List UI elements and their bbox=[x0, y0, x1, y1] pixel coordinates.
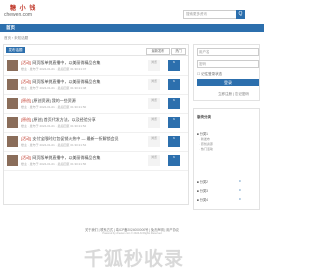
site-logo[interactable]: 糖 小 钱 bbox=[10, 3, 36, 12]
replies-count: 6 bbox=[168, 117, 180, 128]
remember-checkbox[interactable]: ☐ 记住登录状态 bbox=[197, 72, 222, 77]
category-item[interactable]: ■ 分类3 bbox=[197, 188, 208, 193]
watermark-text: 千狐秒收录 bbox=[84, 249, 185, 270]
topic-row[interactable]: [原创] [原创] 首页代发方法，以及经验分享 楼主 · 发布于 2024-01… bbox=[4, 114, 188, 133]
topic-title[interactable]: [活动] 网页版单挑直播中，以美丽俏精品合集 bbox=[21, 155, 100, 161]
login-panel: 用户名 密码 ☐ 记住登录状态 登录 立即注册 | 忘记密码 bbox=[193, 44, 260, 101]
topic-title[interactable]: [活动] 网页版单挑直播中，以美丽俏精品合集 bbox=[21, 79, 100, 85]
avatar bbox=[7, 60, 18, 71]
replies-count: 6 bbox=[168, 79, 180, 90]
topic-toolbar: 发布话题 最新发布 热门 bbox=[4, 45, 188, 56]
views-count: 浏览 bbox=[148, 98, 160, 109]
site-header: 糖 小 钱 chewen.com 搜索更多资讯 Q bbox=[0, 0, 264, 24]
category-item[interactable]: ■ 分类1 bbox=[197, 131, 208, 136]
username-field[interactable]: 用户名 bbox=[197, 48, 259, 56]
footer-copyright: Powered by chewen.com © 2024 All Rights … bbox=[102, 232, 162, 235]
replies-count: 6 bbox=[168, 98, 180, 109]
search-input[interactable]: 搜索更多资讯 bbox=[183, 10, 237, 19]
topic-meta: 楼主 · 发布于 2024-01-01 · 最后回复 01:30:21:48 bbox=[21, 86, 87, 90]
avatar bbox=[7, 79, 18, 90]
views-count: 浏览 bbox=[148, 117, 160, 128]
register-link[interactable]: 立即注册 | 忘记密码 bbox=[218, 92, 249, 97]
views-count: 浏览 bbox=[148, 136, 160, 147]
avatar bbox=[7, 155, 18, 166]
subcategory-item[interactable]: · 热门活动 bbox=[199, 147, 213, 151]
topic-tag: [原创] bbox=[21, 117, 32, 122]
sort-latest-button[interactable]: 最新发布 bbox=[146, 48, 170, 55]
category-panel: 版块分类 ■ 分类1 · 新发布 · 原创资源 · 热门活动 ■ 分类2 0 ■… bbox=[193, 108, 260, 210]
sort-hot-button[interactable]: 热门 bbox=[171, 48, 186, 55]
avatar bbox=[7, 117, 18, 128]
category-item[interactable]: ■ 分类4 bbox=[197, 197, 208, 202]
login-button[interactable]: 登录 bbox=[197, 79, 259, 86]
topic-title[interactable]: [原创] [原创] 首页代发方法，以及经验分享 bbox=[21, 117, 96, 123]
avatar bbox=[7, 136, 18, 147]
topic-tag: [活动] bbox=[21, 60, 32, 65]
views-count: 浏览 bbox=[148, 155, 160, 166]
topic-list: 发布话题 最新发布 热门 [活动] 网页版单挑直播中，以美丽俏精品合集 楼主 ·… bbox=[3, 44, 189, 205]
category-count: 0 bbox=[239, 197, 241, 201]
topic-meta: 楼主 · 发布于 2024-01-01 · 最后回复 01:30:21:50 bbox=[21, 105, 87, 109]
topic-title[interactable]: [原创] [原创资源] 我的一些资源 bbox=[21, 98, 76, 104]
replies-count: 6 bbox=[168, 136, 180, 147]
nav-home[interactable]: 首页 bbox=[6, 25, 15, 31]
topic-row[interactable]: [活动] 网页版单挑直播中，以美丽俏精品合集 楼主 · 发布于 2024-01-… bbox=[4, 152, 188, 171]
search-button[interactable]: Q bbox=[236, 10, 245, 19]
topic-meta: 楼主 · 发布于 2024-01-01 · 最后回复 01:30:21:56 bbox=[21, 162, 87, 166]
topic-row[interactable]: [原创] [原创资源] 我的一些资源 楼主 · 发布于 2024-01-01 ·… bbox=[4, 95, 188, 114]
topic-tag: [原创] bbox=[21, 98, 32, 103]
views-count: 浏览 bbox=[148, 79, 160, 90]
topic-tag: [活动] bbox=[21, 79, 32, 84]
replies-count: 6 bbox=[168, 155, 180, 166]
topic-meta: 楼主 · 发布于 2024-01-01 · 最后回复 01:30:21:47 bbox=[21, 67, 87, 71]
search-icon: Q bbox=[238, 11, 243, 17]
topic-meta: 楼主 · 发布于 2024-01-01 · 最后回复 01:30:21:52 bbox=[21, 124, 87, 128]
main-nav: 首页 bbox=[0, 24, 264, 32]
site-domain: chewen.com bbox=[4, 12, 33, 18]
category-count: 0 bbox=[239, 188, 241, 192]
avatar bbox=[7, 98, 18, 109]
topic-tag: [活动] bbox=[21, 155, 32, 160]
password-field[interactable]: 密码 bbox=[197, 60, 259, 68]
watermark: 千狐秒收录 bbox=[0, 240, 264, 270]
views-count: 浏览 bbox=[148, 60, 160, 71]
topic-row[interactable]: [活动] 支付宝限时红包促销火热中 — 最新一折解锁会员 楼主 · 发布于 20… bbox=[4, 133, 188, 152]
subcategory-item[interactable]: · 原创资源 bbox=[199, 142, 213, 146]
topic-meta: 楼主 · 发布于 2024-01-01 · 最后回复 01:30:21:54 bbox=[21, 143, 87, 147]
category-count: 0 bbox=[239, 179, 241, 183]
topic-tag: [活动] bbox=[21, 136, 32, 141]
replies-count: 6 bbox=[168, 60, 180, 71]
post-topic-button[interactable]: 发布话题 bbox=[6, 47, 25, 53]
topic-row[interactable]: [活动] 网页版单挑直播中，以美丽俏精品合集 楼主 · 发布于 2024-01-… bbox=[4, 76, 188, 95]
category-title: 版块分类 bbox=[197, 115, 211, 119]
topic-row[interactable]: [活动] 网页版单挑直播中，以美丽俏精品合集 楼主 · 发布于 2024-01-… bbox=[4, 57, 188, 76]
subcategory-item[interactable]: · 新发布 bbox=[199, 137, 210, 141]
breadcrumb: 首页 › 未知话题 bbox=[4, 36, 29, 40]
category-item[interactable]: ■ 分类2 bbox=[197, 179, 208, 184]
topic-title[interactable]: [活动] 支付宝限时红包促销火热中 — 最新一折解锁会员 bbox=[21, 136, 119, 142]
topic-title[interactable]: [活动] 网页版单挑直播中，以美丽俏精品合集 bbox=[21, 60, 100, 66]
